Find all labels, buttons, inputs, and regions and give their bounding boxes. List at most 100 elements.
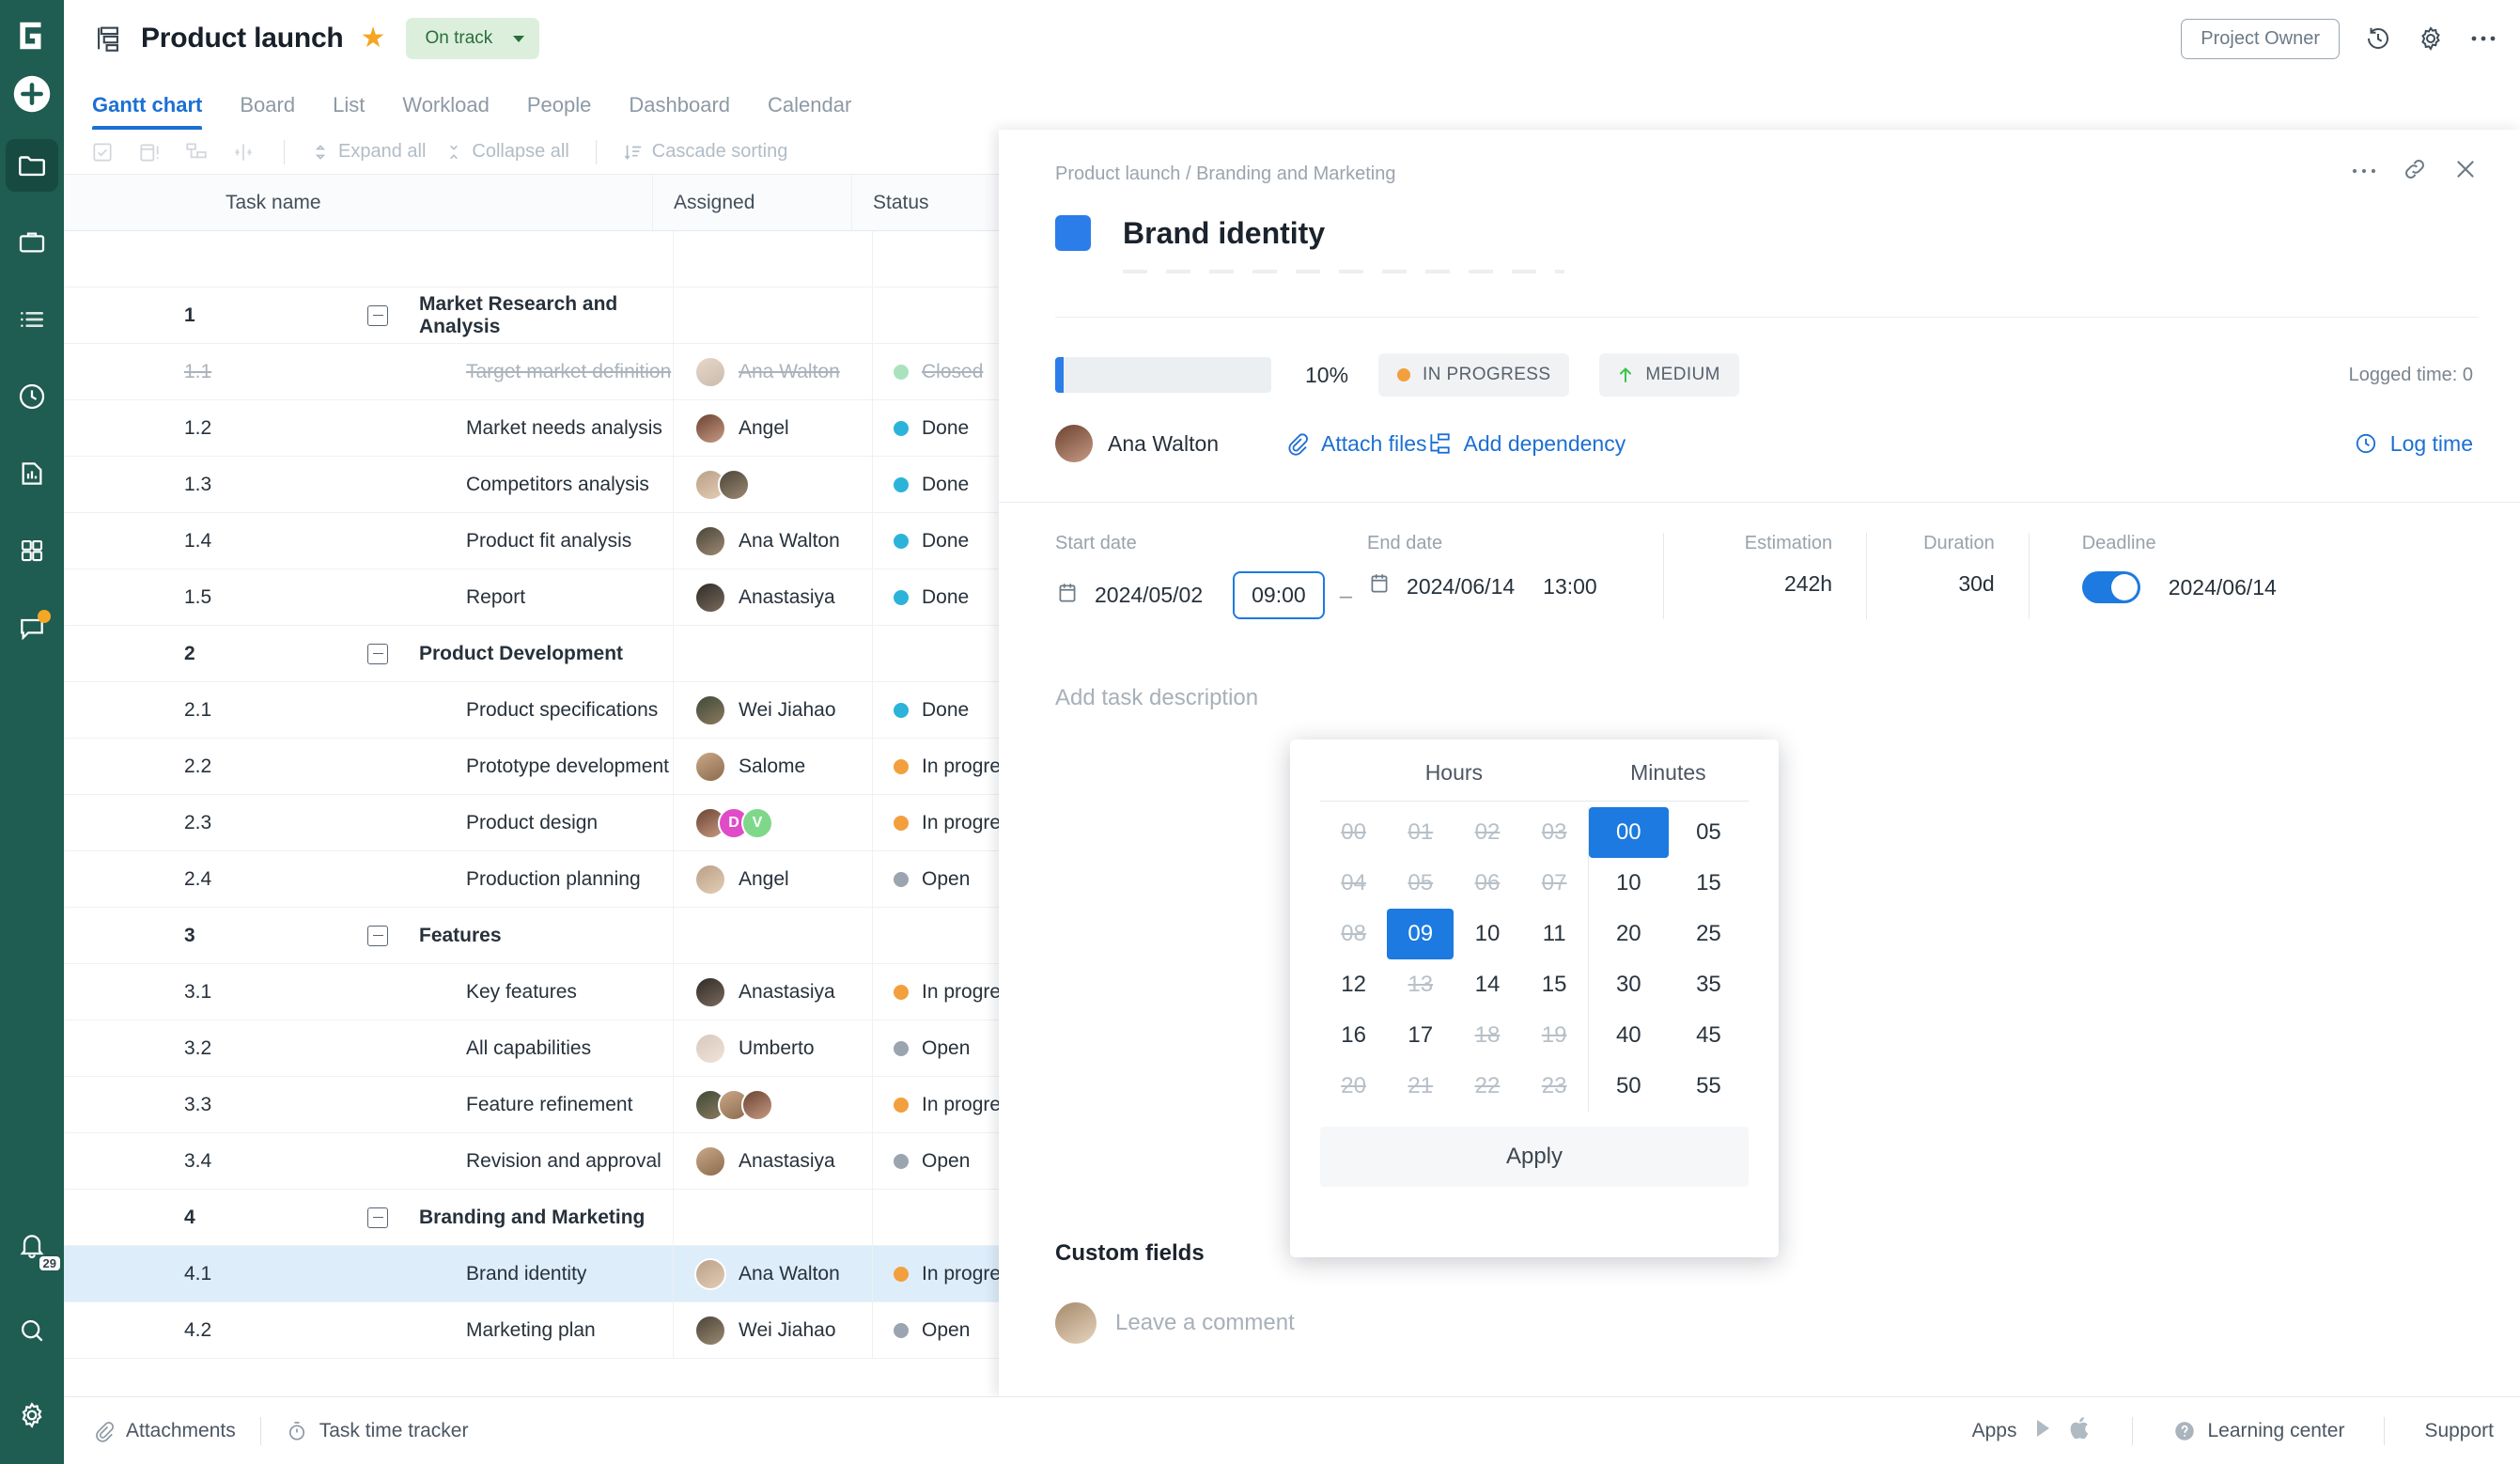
- task-title[interactable]: Brand identity: [1123, 216, 1325, 251]
- cell-task-name[interactable]: Branding and Marketing: [184, 1190, 673, 1245]
- cell-task-name[interactable]: Feature refinement: [184, 1077, 673, 1132]
- close-icon[interactable]: [2452, 156, 2479, 187]
- attachments-button[interactable]: Attachments: [92, 1420, 236, 1442]
- end-date-value[interactable]: 2024/06/14: [1407, 574, 1515, 600]
- breadcrumb[interactable]: Product launch / Branding and Marketing: [1055, 164, 2479, 185]
- cell-task-name[interactable]: Product Development: [184, 626, 673, 681]
- cell-assigned[interactable]: Ana Walton: [673, 513, 872, 568]
- cell-task-name[interactable]: Marketing plan: [184, 1302, 673, 1358]
- more-icon[interactable]: [2469, 33, 2497, 44]
- cell-assigned[interactable]: DV: [673, 795, 872, 850]
- task-assignee[interactable]: Ana Walton: [1055, 425, 1219, 462]
- checkbox-icon[interactable]: [88, 138, 117, 166]
- collapse-toggle-icon[interactable]: [367, 643, 388, 664]
- search-icon[interactable]: [6, 1304, 58, 1357]
- settings-icon[interactable]: [6, 1389, 58, 1441]
- task-description-input[interactable]: Add task description: [999, 619, 2520, 711]
- cell-assigned[interactable]: [673, 457, 872, 512]
- cell-assigned[interactable]: [673, 231, 872, 287]
- minute-cell-05[interactable]: 05: [1669, 807, 1749, 858]
- start-time-input[interactable]: 09:00: [1233, 571, 1325, 619]
- minute-cell-55[interactable]: 55: [1669, 1061, 1749, 1112]
- hierarchy-icon[interactable]: [182, 138, 210, 166]
- hour-cell-11[interactable]: 11: [1521, 909, 1588, 959]
- project-owner-button[interactable]: Project Owner: [2181, 18, 2340, 59]
- cell-assigned[interactable]: Ana Walton: [673, 1246, 872, 1301]
- sidebar-item-projects[interactable]: [6, 139, 58, 192]
- column-header-assigned[interactable]: Assigned: [652, 175, 851, 230]
- star-icon[interactable]: ★: [361, 24, 386, 53]
- cell-assigned[interactable]: [673, 1077, 872, 1132]
- minute-cell-50[interactable]: 50: [1589, 1061, 1669, 1112]
- cell-task-name[interactable]: Brand identity: [184, 1246, 673, 1301]
- cell-task-name[interactable]: Key features: [184, 964, 673, 1020]
- collapse-all-button[interactable]: Collapse all: [444, 141, 569, 163]
- cell-assigned[interactable]: Wei Jiahao: [673, 1302, 872, 1358]
- hour-cell-10[interactable]: 10: [1454, 909, 1520, 959]
- cell-task-name[interactable]: All capabilities: [184, 1020, 673, 1076]
- notifications-button[interactable]: 29: [6, 1220, 60, 1272]
- tab-list[interactable]: List: [333, 93, 365, 130]
- task-color-swatch[interactable]: [1055, 215, 1091, 251]
- minute-cell-45[interactable]: 45: [1669, 1010, 1749, 1061]
- google-play-icon[interactable]: [2032, 1417, 2055, 1445]
- deadline-value[interactable]: 2024/06/14: [2169, 575, 2277, 600]
- comment-input[interactable]: Leave a comment: [1115, 1310, 1295, 1336]
- cell-task-name[interactable]: Production planning: [184, 851, 673, 907]
- deadline-toggle[interactable]: [2081, 571, 2140, 603]
- more-icon[interactable]: [2351, 164, 2377, 180]
- add-dependency-button[interactable]: Add dependency: [1427, 431, 1626, 457]
- hour-cell-14[interactable]: 14: [1454, 959, 1520, 1010]
- project-status-dropdown[interactable]: On track: [406, 18, 540, 59]
- cell-task-name[interactable]: Product design: [184, 795, 673, 850]
- minute-cell-00[interactable]: 00: [1588, 807, 1669, 858]
- collapse-toggle-icon[interactable]: [367, 925, 388, 946]
- history-icon[interactable]: [2364, 24, 2392, 53]
- cell-assigned[interactable]: Angel: [673, 851, 872, 907]
- collapse-toggle-icon[interactable]: [367, 304, 388, 326]
- cell-assigned[interactable]: Wei Jiahao: [673, 682, 872, 738]
- cell-assigned[interactable]: Anastasiya: [673, 964, 872, 1020]
- cell-task-name[interactable]: Features: [184, 908, 673, 963]
- progress-bar[interactable]: [1055, 357, 1271, 393]
- tab-dashboard[interactable]: Dashboard: [629, 93, 730, 130]
- cell-assigned[interactable]: Anastasiya: [673, 569, 872, 625]
- start-date-value[interactable]: 2024/05/02: [1095, 583, 1203, 608]
- minute-cell-15[interactable]: 15: [1669, 858, 1749, 909]
- cell-task-name[interactable]: Product specifications: [184, 682, 673, 738]
- gear-icon[interactable]: [2417, 24, 2445, 53]
- column-header-task-name[interactable]: Task name: [163, 175, 652, 230]
- calendar-icon-end[interactable]: [1367, 571, 1392, 601]
- hour-cell-09[interactable]: 09: [1387, 909, 1454, 959]
- end-time-value[interactable]: 13:00: [1543, 574, 1597, 600]
- minute-cell-40[interactable]: 40: [1589, 1010, 1669, 1061]
- minute-cell-30[interactable]: 30: [1589, 959, 1669, 1010]
- cell-task-name[interactable]: Revision and approval: [184, 1133, 673, 1189]
- hour-cell-17[interactable]: 17: [1387, 1010, 1454, 1061]
- cell-task-name[interactable]: Report: [184, 569, 673, 625]
- cell-task-name[interactable]: Market needs analysis: [184, 400, 673, 456]
- status-badge[interactable]: IN PROGRESS: [1378, 353, 1570, 397]
- cell-task-name[interactable]: Target market definition: [184, 344, 673, 399]
- cell-task-name[interactable]: Product fit analysis: [184, 513, 673, 568]
- calendar-icon[interactable]: [1055, 581, 1080, 611]
- cell-assigned[interactable]: [673, 1190, 872, 1245]
- duration-value[interactable]: 30d: [1958, 571, 1994, 597]
- calendar-alert-icon[interactable]: [135, 138, 163, 166]
- add-button[interactable]: [11, 73, 53, 115]
- cell-assigned[interactable]: [673, 626, 872, 681]
- priority-badge[interactable]: MEDIUM: [1599, 353, 1739, 397]
- app-logo-icon[interactable]: [0, 8, 64, 64]
- cell-task-name[interactable]: [184, 231, 673, 287]
- hour-cell-12[interactable]: 12: [1320, 959, 1387, 1010]
- collapse-toggle-icon[interactable]: [367, 1207, 388, 1228]
- copy-link-icon[interactable]: [2402, 156, 2428, 187]
- apple-icon[interactable]: [2070, 1416, 2092, 1446]
- hour-cell-15[interactable]: 15: [1521, 959, 1588, 1010]
- cell-assigned[interactable]: Umberto: [673, 1020, 872, 1076]
- estimation-value[interactable]: 242h: [1784, 571, 1832, 597]
- cell-task-name[interactable]: Competitors analysis: [184, 457, 673, 512]
- sidebar-item-chat[interactable]: [6, 601, 58, 654]
- tab-people[interactable]: People: [527, 93, 592, 130]
- sidebar-item-briefcase[interactable]: [6, 216, 58, 269]
